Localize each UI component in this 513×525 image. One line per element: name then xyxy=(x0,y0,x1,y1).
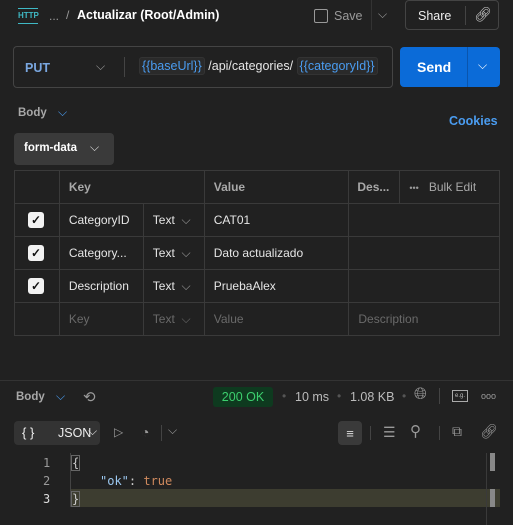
breadcrumb-separator: / xyxy=(66,8,70,22)
cookies-link[interactable]: Cookies xyxy=(449,114,498,128)
row-description[interactable] xyxy=(348,269,500,303)
row-description[interactable] xyxy=(348,236,500,270)
save-options-chevron-icon[interactable]: ⌵ xyxy=(378,7,387,22)
page-title: Actualizar (Root/Admin) xyxy=(77,8,220,22)
copy-icon[interactable]: ⧉ xyxy=(452,423,462,440)
value-input[interactable]: Value xyxy=(203,302,350,336)
method-chevron-icon[interactable]: ⌵ xyxy=(96,59,105,74)
status-badge: 200 OK xyxy=(213,387,273,407)
send-options-chevron-icon[interactable]: ⌵ xyxy=(478,58,487,73)
response-time: 10 ms xyxy=(295,390,330,404)
row-value[interactable]: Dato actualizado xyxy=(203,236,350,270)
send-button[interactable]: Send xyxy=(417,59,451,75)
search-icon[interactable]: ⚲ xyxy=(410,422,421,440)
row-checkbox[interactable]: ✓ xyxy=(28,212,44,228)
link-icon[interactable]: 🔗︎ xyxy=(474,6,492,23)
row-type-select[interactable]: Text ⌵ xyxy=(142,236,205,270)
type-select[interactable]: Text ⌵ xyxy=(142,302,205,336)
send-group: Send ⌵ xyxy=(400,47,500,87)
table-row-empty: Key Text ⌵ Value Description xyxy=(14,302,500,336)
chevron-down-icon: ⌵ xyxy=(90,140,100,154)
row-checkbox[interactable]: ✓ xyxy=(28,278,44,294)
line-number: 1 xyxy=(43,456,51,470)
url-variable-categoryid: {{categoryId}} xyxy=(296,57,378,75)
more-icon[interactable]: ••• xyxy=(409,183,418,193)
share-group: Share 🔗︎ xyxy=(405,0,499,30)
body-tab[interactable]: Body xyxy=(18,107,47,119)
format-select[interactable]: { } JSON ⌵ xyxy=(14,421,100,445)
row-checkbox[interactable]: ✓ xyxy=(28,245,44,261)
response-size: 1.08 KB xyxy=(350,390,395,404)
url-input[interactable]: {{baseUrl}} /api/categories/ {{categoryI… xyxy=(139,57,378,75)
row-key[interactable]: Category... xyxy=(58,236,144,270)
url-bar: PUT ⌵ {{baseUrl}} /api/categories/ {{cat… xyxy=(13,46,393,88)
globe-icon[interactable]: 🌐︎ xyxy=(414,386,427,404)
line-number: 3 xyxy=(43,492,51,506)
table-header: Key Value Des... ••• Bulk Edit xyxy=(14,170,500,204)
link-icon[interactable]: 🔗︎ xyxy=(480,423,498,440)
wrap-lines-icon[interactable]: ≡ xyxy=(338,421,362,445)
row-value[interactable]: PruebaAlex xyxy=(203,269,350,303)
example-button[interactable]: e.g. xyxy=(452,390,468,402)
http-icon: HTTP xyxy=(18,8,39,24)
table-row: ✓ Description Text ⌵ PruebaAlex xyxy=(14,269,500,303)
code-line: { xyxy=(71,455,81,471)
visualize-icon[interactable]: ◔ xyxy=(141,424,149,440)
play-icon[interactable]: ▷ xyxy=(114,425,123,439)
bulk-edit-button[interactable]: Bulk Edit xyxy=(429,180,476,194)
table-row: ✓ Category... Text ⌵ Dato actualizado xyxy=(14,236,500,270)
code-line: } xyxy=(71,491,81,507)
row-type-select[interactable]: Text ⌵ xyxy=(142,203,205,237)
breadcrumb-ellipsis[interactable]: ... xyxy=(49,9,59,23)
filter-icon[interactable]: ☰ xyxy=(383,424,396,441)
visualize-chevron-icon[interactable]: ⌵ xyxy=(168,423,177,438)
share-button[interactable]: Share xyxy=(418,9,451,23)
code-line: "ok": true xyxy=(100,474,173,488)
row-description[interactable] xyxy=(348,203,500,237)
save-icon xyxy=(314,9,328,23)
more-options-icon[interactable]: ooo xyxy=(481,391,496,401)
response-body-chevron-icon[interactable]: ⌵ xyxy=(56,389,65,404)
row-key[interactable]: CategoryID xyxy=(58,203,144,237)
key-input[interactable]: Key xyxy=(58,302,144,336)
header-key: Key xyxy=(58,170,205,204)
method-select[interactable]: PUT xyxy=(25,61,50,75)
scrollbar[interactable] xyxy=(490,453,495,471)
history-icon[interactable]: ⟲ xyxy=(83,388,96,406)
response-body-tab[interactable]: Body xyxy=(16,391,45,403)
save-button[interactable]: Save xyxy=(314,5,363,27)
braces-icon: { } xyxy=(22,425,35,440)
header-description: Des... xyxy=(348,170,401,204)
description-input[interactable]: Description xyxy=(348,302,500,336)
line-number: 2 xyxy=(43,474,51,488)
scrollbar-marker xyxy=(490,489,495,507)
form-data-table: Key Value Des... ••• Bulk Edit ✓ Categor… xyxy=(14,170,500,336)
row-value[interactable]: CAT01 xyxy=(203,203,350,237)
body-mode-select[interactable]: form-data ⌵ xyxy=(14,133,114,165)
body-chevron-icon[interactable]: ⌵ xyxy=(58,105,67,120)
url-variable-baseurl: {{baseUrl}} xyxy=(139,57,205,75)
row-key[interactable]: Description xyxy=(58,269,144,303)
row-type-select[interactable]: Text ⌵ xyxy=(142,269,205,303)
table-row: ✓ CategoryID Text ⌵ CAT01 xyxy=(14,203,500,237)
header-value: Value xyxy=(203,170,350,204)
